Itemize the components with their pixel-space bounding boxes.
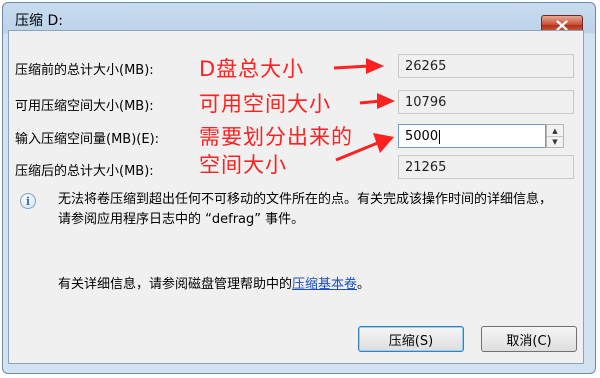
shrink-button[interactable]: 压缩(S) <box>358 326 464 352</box>
red-arrow-1 <box>333 58 384 74</box>
annotation-arrows <box>333 58 395 162</box>
cancel-button[interactable]: 取消(C) <box>481 326 577 352</box>
info-message: 无法将卷压缩到超出任何不可移动的文件所在的点。有关完成该操作时间的详细信息，请参… <box>58 192 553 227</box>
shrink-basic-volume-link[interactable]: 压缩基本卷 <box>292 277 357 292</box>
red-arrow-3 <box>335 133 394 162</box>
help-suffix: 。 <box>357 277 371 292</box>
info-icon: i <box>20 193 36 209</box>
help-line: 有关详细信息，请参阅磁盘管理帮助中的压缩基本卷。 <box>58 273 370 292</box>
red-arrow-2 <box>359 93 395 109</box>
help-prefix: 有关详细信息，请参阅磁盘管理帮助中的 <box>58 277 293 292</box>
